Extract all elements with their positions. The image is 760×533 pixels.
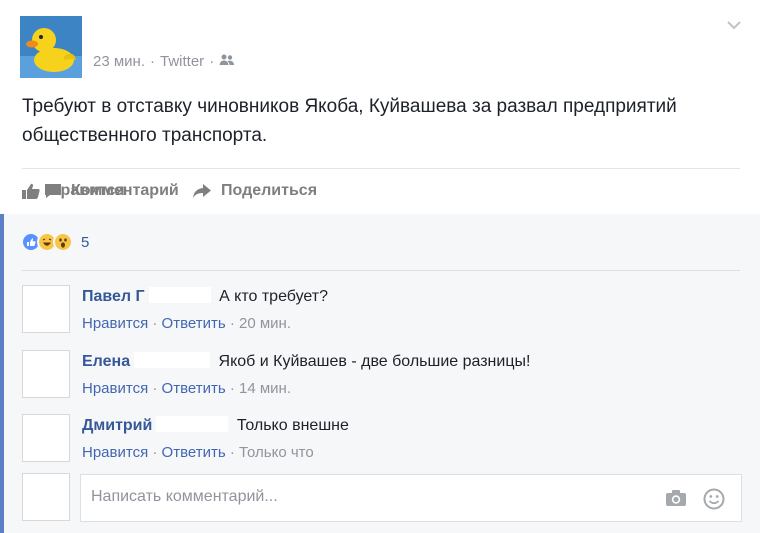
comment-like-link[interactable]: Нравится: [82, 315, 148, 332]
comment-time[interactable]: 14 мин.: [239, 380, 291, 397]
post-text: Требуют в отставку чиновников Якоба, Куй…: [22, 96, 677, 146]
redacted-name-block: [148, 287, 211, 303]
post-time[interactable]: 23 мин.: [93, 53, 145, 70]
divider: [22, 168, 740, 169]
reactions-summary[interactable]: 5: [21, 232, 89, 252]
comment-reply-link[interactable]: Ответить: [162, 380, 226, 397]
separator: ·: [152, 315, 162, 332]
comment-bubble-icon: [44, 183, 62, 199]
commenter-avatar[interactable]: [22, 350, 70, 398]
post-meta: 23 мин. · Twitter ·: [93, 53, 235, 70]
wow-reaction-icon: [53, 232, 73, 252]
comment-text: Только внешне: [236, 417, 349, 434]
comment-button[interactable]: Комментарий: [44, 182, 247, 200]
comment-text: Якоб и Куйвашев - две большие разницы!: [218, 353, 531, 370]
comment-input[interactable]: [91, 488, 651, 506]
camera-icon[interactable]: [665, 489, 687, 512]
comment-compose-box[interactable]: [80, 474, 742, 522]
separator: ·: [229, 315, 240, 332]
comment-like-link[interactable]: Нравится: [82, 380, 148, 397]
divider: [22, 270, 740, 271]
comment-time[interactable]: 20 мин.: [239, 315, 291, 332]
emoji-icon[interactable]: [703, 488, 725, 515]
post-source: Twitter: [160, 53, 205, 70]
meta-separator: ·: [209, 53, 215, 70]
comment-like-link[interactable]: Нравится: [82, 444, 148, 461]
reaction-count: 5: [81, 233, 90, 251]
separator: ·: [229, 380, 240, 397]
page-avatar-duck[interactable]: [20, 16, 82, 78]
separator: ·: [229, 444, 240, 461]
commenter-name[interactable]: Елена: [82, 353, 130, 370]
comment-text: А кто требует?: [219, 288, 329, 305]
meta-separator: ·: [150, 53, 155, 70]
redacted-name-block: [134, 352, 211, 368]
current-user-avatar: [22, 473, 70, 521]
comment-reply-link[interactable]: Ответить: [162, 444, 226, 461]
facebook-post: 23 мин. · Twitter · Требуют в отставку ч…: [0, 0, 760, 533]
post-actions: Нравится Комментарий Поделиться: [22, 178, 317, 204]
comment-time: Только что: [239, 444, 314, 461]
thumbs-up-icon: [22, 183, 40, 199]
commenter-avatar[interactable]: [22, 285, 70, 333]
comment-button-label: Комментарий: [71, 182, 179, 199]
commenter-avatar[interactable]: [22, 414, 70, 462]
commenter-name[interactable]: Павел Г: [82, 288, 145, 305]
separator: ·: [152, 380, 162, 397]
commenter-name[interactable]: Дмитрий: [82, 417, 152, 434]
redacted-name-block: [156, 416, 229, 432]
separator: ·: [152, 444, 162, 461]
audience-friends-icon[interactable]: [219, 53, 235, 70]
chevron-down-icon[interactable]: [726, 18, 742, 30]
comment-reply-link[interactable]: Ответить: [162, 315, 226, 332]
